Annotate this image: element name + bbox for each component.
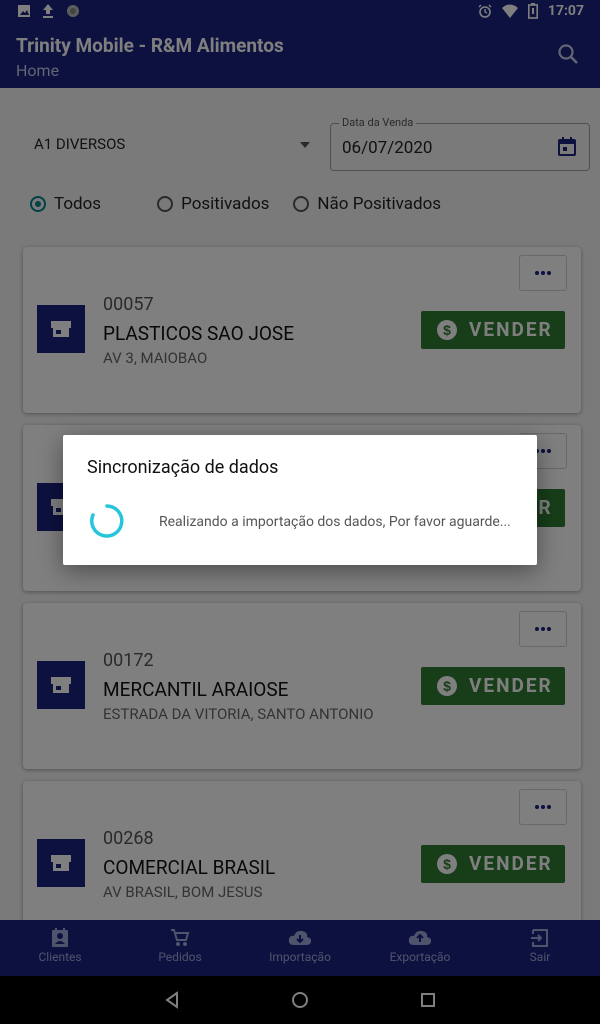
dialog-message: Realizando a importação dos dados, Por f…	[159, 514, 511, 530]
dialog-title: Sincronização de dados	[87, 457, 279, 478]
loading-spinner-icon	[90, 504, 124, 538]
sync-dialog: Sincronização de dados Realizando a impo…	[63, 435, 537, 565]
